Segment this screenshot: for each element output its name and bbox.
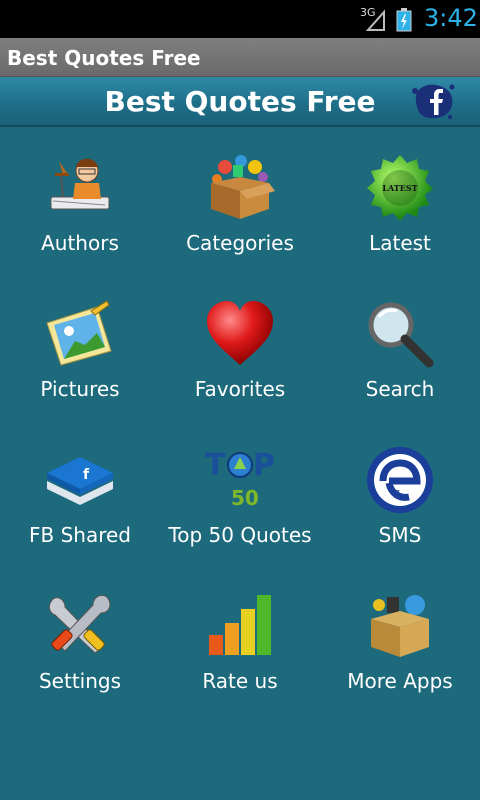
svg-text:T: T [205, 448, 226, 483]
menu-item-categories[interactable]: Categories [160, 127, 320, 273]
signal-icon [366, 9, 385, 31]
menu-item-fb-shared[interactable]: f FB Shared [0, 419, 160, 565]
header-title: Best Quotes Free [104, 85, 376, 118]
menu-item-latest[interactable]: LATEST Latest [320, 127, 480, 273]
menu-label: Latest [369, 231, 431, 255]
sms-icon: z [367, 447, 433, 513]
apps-box-icon [371, 595, 429, 657]
facebook-shared-icon: f [47, 457, 113, 505]
magnifier-icon [368, 302, 434, 368]
battery-icon [396, 8, 412, 32]
menu-item-more-apps[interactable]: More Apps [320, 565, 480, 711]
svg-text:z: z [395, 488, 400, 498]
status-bar: 3G 3:42 [0, 0, 480, 38]
latest-icon: LATEST [367, 155, 433, 221]
title-bar: Best Quotes Free [0, 38, 480, 77]
menu-label: Favorites [194, 377, 286, 401]
svg-text:50: 50 [231, 486, 259, 510]
menu-label: Top 50 Quotes [168, 523, 312, 547]
menu-label: More Apps [347, 669, 453, 693]
menu-item-sms[interactable]: z SMS [320, 419, 480, 565]
menu-label: FB Shared [29, 523, 131, 547]
menu-label: SMS [378, 523, 422, 547]
menu-item-favorites[interactable]: Favorites [160, 273, 320, 419]
bar-chart-icon [209, 595, 271, 655]
menu-item-pictures[interactable]: Pictures [0, 273, 160, 419]
menu-label: Rate us [202, 669, 278, 693]
top50-icon: T P 50 [205, 448, 275, 510]
menu-label: Settings [38, 669, 122, 693]
svg-text:P: P [253, 448, 275, 483]
menu-label: Pictures [40, 377, 120, 401]
app-header: Best Quotes Free [0, 77, 480, 127]
menu-item-search[interactable]: Search [320, 273, 480, 419]
facebook-icon[interactable] [410, 81, 456, 121]
menu-label: Search [365, 377, 435, 401]
menu-item-authors[interactable]: Authors [0, 127, 160, 273]
menu-grid: Authors Categories LATEST Latest Picture… [0, 127, 480, 800]
menu-item-top50[interactable]: T P 50 Top 50 Quotes [160, 419, 320, 565]
menu-label: Categories [186, 231, 294, 255]
app-title: Best Quotes Free [7, 46, 201, 70]
clock: 3:42 [424, 4, 478, 32]
svg-text:LATEST: LATEST [382, 183, 417, 193]
tools-icon [48, 594, 111, 654]
heart-icon [207, 301, 273, 365]
menu-item-rate-us[interactable]: Rate us [160, 565, 320, 711]
categories-box-icon [211, 155, 275, 219]
menu-item-settings[interactable]: Settings [0, 565, 160, 711]
pictures-icon [46, 300, 112, 366]
author-icon [50, 158, 110, 210]
menu-label: Authors [41, 231, 119, 255]
svg-text:f: f [83, 467, 90, 483]
